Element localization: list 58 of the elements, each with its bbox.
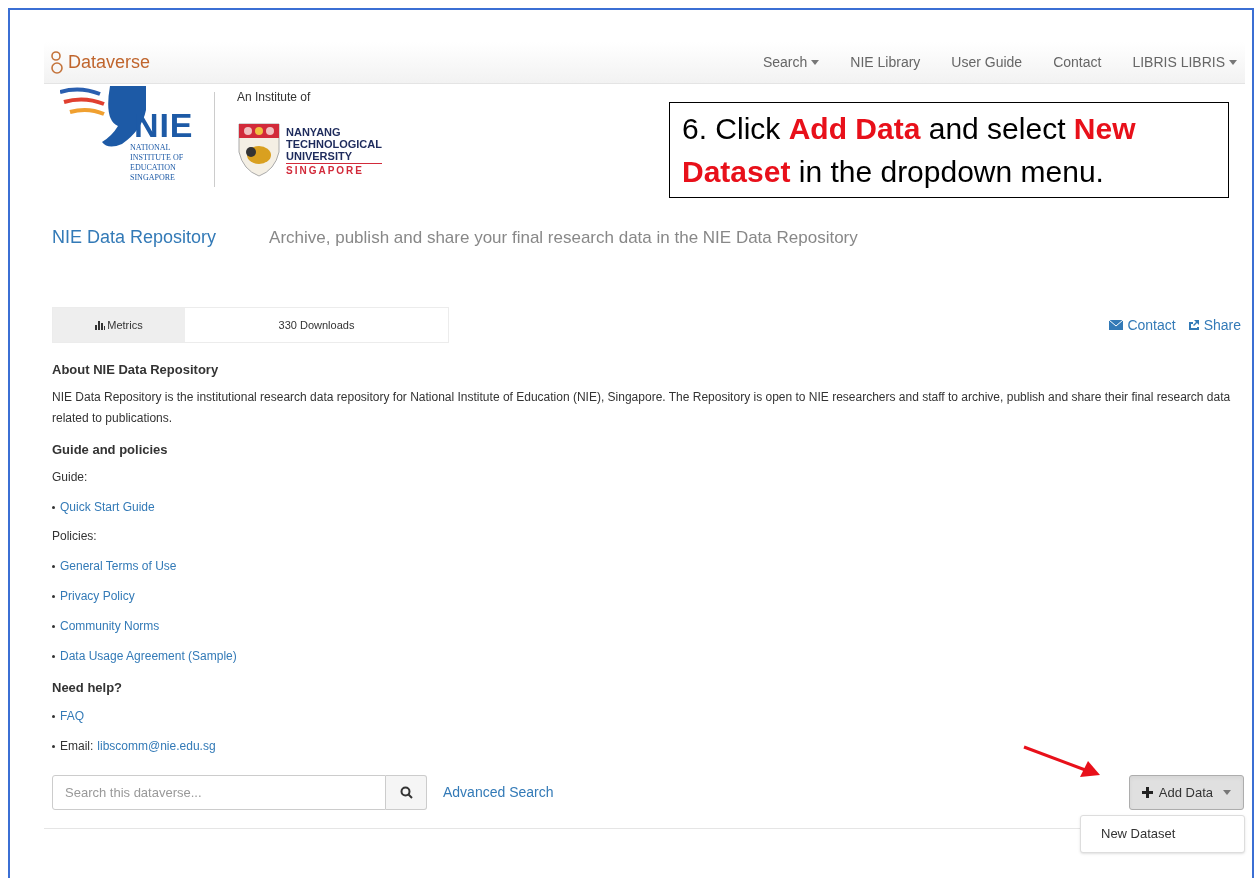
institute-text: An Institute of: [237, 89, 312, 106]
bullet-icon: [52, 505, 55, 509]
paragraph: Policies:: [52, 528, 98, 545]
envelope-icon: [1109, 320, 1124, 330]
advanced-search-link[interactable]: Advanced Search: [443, 782, 554, 803]
ntu-logo-text: NANYANG: [286, 126, 342, 138]
nie-logo-subtext: NATIONAL: [130, 143, 172, 153]
metrics-label: Metrics: [53, 308, 185, 342]
section-heading: Guide and policies: [52, 441, 169, 459]
nav-link[interactable]: NIE Library: [850, 52, 921, 73]
ntu-crest-icon: [237, 122, 281, 178]
email-label: Email:: [60, 738, 94, 755]
search-button[interactable]: [386, 775, 427, 810]
nav-link[interactable]: User Guide: [951, 52, 1023, 73]
bullet-icon: [52, 594, 55, 598]
add-data-button[interactable]: Add Data: [1128, 775, 1244, 810]
ntu-logo-text: TECHNOLOGICAL: [286, 138, 382, 150]
share-link[interactable]: Share: [1187, 314, 1241, 336]
plus-icon: [1141, 787, 1153, 798]
search-field[interactable]: Search this dataverse...: [52, 775, 386, 810]
instruction-callout: 6. Click Add Data and select New Dataset in the dropdown menu.: [669, 102, 1229, 198]
search-icon: [399, 786, 413, 799]
dataverse-tagline: Archive, publish and share your final research data in the NIE Data Repository: [269, 227, 858, 249]
bullet-icon: [52, 624, 55, 628]
bullet-icon: [52, 564, 55, 568]
contact-link[interactable]: Contact: [1109, 314, 1176, 336]
bullet-icon: [52, 744, 55, 748]
policy-link[interactable]: FAQ: [60, 707, 84, 725]
policy-link[interactable]: Privacy Policy: [60, 587, 135, 605]
bullet-icon: [52, 714, 55, 718]
nie-logo-subtext: INSTITUTE OF: [130, 153, 184, 163]
nav-link[interactable]: Contact: [1053, 52, 1102, 73]
section-heading: Need help?: [52, 679, 124, 697]
paragraph: NIE Data Repository is the institutional research data repository for National Institute of Education (NIE), Singapore. The Repository is open to NIE researchers and staff to archive, publish and share their final research data related to publications.: [52, 389, 1232, 427]
nie-logo-subtext: SINGAPORE: [130, 173, 176, 183]
dataverse-title[interactable]: NIE Data Repository: [52, 224, 217, 251]
ntu-logo-country: SINGAPORE: [286, 163, 382, 177]
policy-link[interactable]: Community Norms: [60, 617, 160, 635]
brand-link[interactable]: Dataverse: [68, 49, 151, 76]
share-icon: [1187, 319, 1200, 331]
bullet-icon: [52, 654, 55, 658]
email-link[interactable]: libscomm@nie.edu.sg: [97, 737, 216, 755]
policy-link[interactable]: Quick Start Guide: [60, 498, 155, 516]
caret-icon: [811, 60, 820, 65]
bar-chart-icon: [95, 320, 106, 330]
nie-logo-subtext: EDUCATION: [130, 163, 177, 173]
logo-icon: [50, 50, 64, 75]
downloads-count: 330 Downloads: [277, 317, 356, 333]
policy-link[interactable]: Data Usage Agreement (Sample): [60, 647, 237, 665]
section-heading: About NIE Data Repository: [52, 361, 220, 379]
menu-item[interactable]: New Dataset: [1081, 821, 1244, 847]
ntu-logo-text: UNIVERSITY: [286, 150, 353, 162]
policy-link[interactable]: General Terms of Use: [60, 557, 177, 575]
nav-link[interactable]: Search: [762, 52, 820, 73]
caret-icon: [1223, 790, 1231, 795]
caret-icon: [1229, 60, 1237, 65]
nav-link[interactable]: LIBRIS LIBRIS: [1132, 52, 1237, 73]
paragraph: Guide:: [52, 469, 89, 486]
